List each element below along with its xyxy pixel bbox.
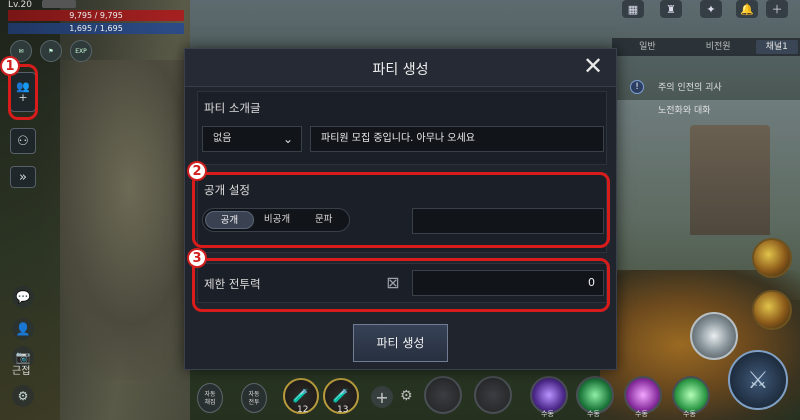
hp-potion-count: 12 xyxy=(297,405,309,415)
exp-icon[interactable]: EXP xyxy=(70,40,92,62)
callout-outline-3 xyxy=(192,258,610,312)
dialog-title: 파티 생성 xyxy=(372,62,429,78)
settings-icon[interactable]: ⚙ xyxy=(12,385,34,407)
quest-icon[interactable]: ✦ xyxy=(700,0,722,18)
quest-tracker[interactable]: 주의 인전의 괴사 노전화와 대화 xyxy=(630,80,780,116)
auto-battle-button[interactable]: 자동 전투 xyxy=(241,383,267,413)
close-icon[interactable]: ✕ xyxy=(580,54,606,80)
skill-label-1: 수동 xyxy=(541,410,554,418)
expand-icon[interactable]: » xyxy=(10,166,36,188)
skill-slot-gold-2[interactable] xyxy=(752,290,792,330)
intro-section: 파티 소개글 없음 ⌄ 파티원 모집 중입니다. 아무나 오세요 xyxy=(197,91,607,165)
skill-label-2: 수동 xyxy=(587,410,600,418)
rock-cliff-highlight xyxy=(40,60,190,380)
skill-label-3: 수동 xyxy=(635,410,648,418)
create-party-button[interactable]: 파티 생성 xyxy=(353,324,448,362)
level-chip xyxy=(42,0,76,8)
chat-icon[interactable]: 💬 xyxy=(12,286,34,308)
slot-settings-icon[interactable]: ⚙ xyxy=(400,388,413,404)
auto-gather-button[interactable]: 자동 채집 xyxy=(197,383,223,413)
skill-slot-empty-2[interactable] xyxy=(474,376,512,414)
character-icon[interactable]: 👤 xyxy=(12,318,34,340)
callout-outline-2 xyxy=(192,172,610,248)
inventory-icon[interactable]: ▦ xyxy=(622,0,644,18)
tab-general[interactable]: 일반 xyxy=(612,38,683,56)
intro-template-select[interactable]: 없음 ⌄ xyxy=(202,126,302,152)
skill-slot-gold-1[interactable] xyxy=(752,238,792,278)
mp-potion-count: 13 xyxy=(337,405,349,415)
intro-text-field[interactable]: 파티원 모집 중입니다. 아무나 오세요 xyxy=(310,126,604,152)
add-slot-button[interactable]: + xyxy=(371,386,393,408)
chevron-down-icon: ⌄ xyxy=(282,132,293,146)
tab-channel[interactable]: 채널1 xyxy=(755,40,798,54)
dodge-skill-button[interactable] xyxy=(690,312,738,360)
flag-icon[interactable]: ⚑ xyxy=(40,40,62,62)
auto-gather-label: 자동 채집 xyxy=(204,391,216,406)
callout-3: 3 xyxy=(187,248,207,268)
hp-bar: 9,795 / 9,795 xyxy=(8,10,184,21)
mp-bar: 1,695 / 1,695 xyxy=(8,23,184,34)
intro-select-value: 없음 xyxy=(213,133,232,144)
skill-label-4: 수동 xyxy=(683,410,696,418)
character-menu-icon[interactable]: ♜ xyxy=(660,0,682,18)
callout-2: 2 xyxy=(187,161,207,181)
auto-battle-label: 자동 전투 xyxy=(248,391,260,406)
ruin-structure xyxy=(690,125,770,235)
intro-section-title: 파티 소개글 xyxy=(204,101,261,115)
dialog-header: 파티 생성 ✕ xyxy=(185,49,616,87)
notification-icon[interactable]: 🔔 xyxy=(736,0,758,18)
attack-button[interactable]: ⚔ xyxy=(728,350,788,410)
callout-1: 1 xyxy=(0,56,20,76)
proximity-label[interactable]: 근접 xyxy=(12,362,30,377)
tab-secondary[interactable]: 비전원 xyxy=(683,38,754,56)
buff-icons: ✉ ⚑ EXP xyxy=(10,40,92,62)
menu-plus-icon[interactable]: ＋ xyxy=(766,0,788,18)
quest-subtitle: 노전화와 대화 xyxy=(658,106,711,116)
quest-title: 주의 인전의 괴사 xyxy=(658,83,722,93)
party-search-icon[interactable]: ⚇ xyxy=(10,128,36,154)
skill-slot-empty-1[interactable] xyxy=(424,376,462,414)
chat-tabs: 일반 비전원 채널1 xyxy=(612,38,800,56)
level-text: Lv.20 xyxy=(8,0,32,10)
